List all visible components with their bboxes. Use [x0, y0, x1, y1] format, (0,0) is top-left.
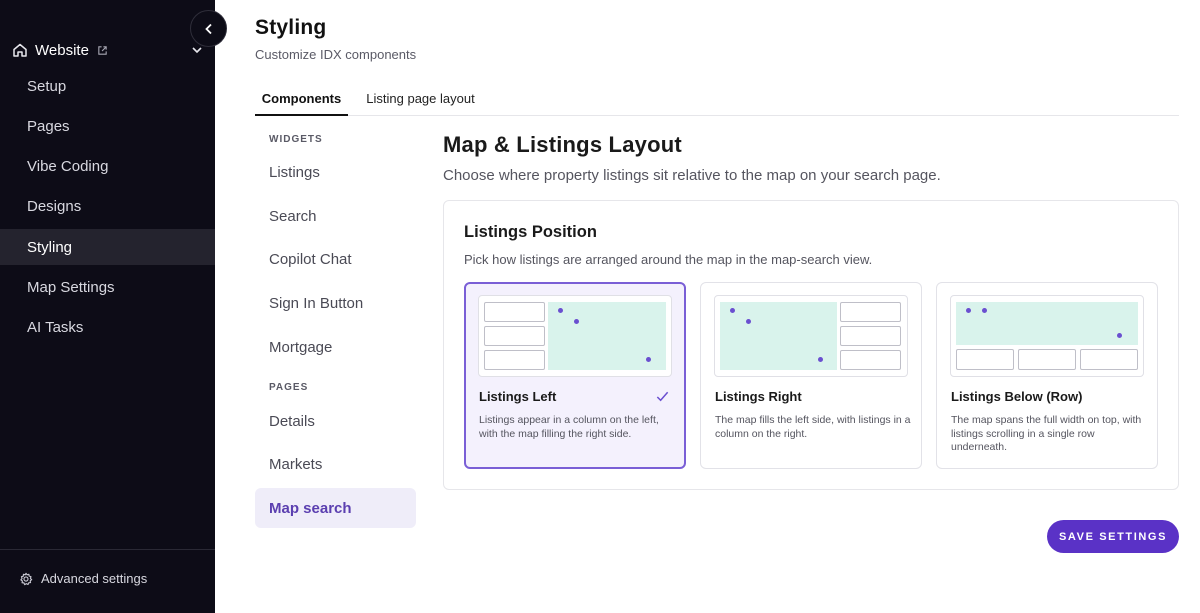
preview-listing-card — [1018, 349, 1076, 370]
listings-position-card: Listings Position Pick how listings are … — [443, 200, 1179, 490]
subnav-item-details[interactable]: Details — [255, 401, 416, 441]
advanced-settings-link[interactable]: Advanced settings — [19, 571, 147, 586]
card-description: Pick how listings are arranged around th… — [464, 252, 873, 267]
option-title: Listings Right — [715, 389, 802, 404]
advanced-settings-label: Advanced settings — [41, 571, 148, 586]
pages-section-label: PAGES — [269, 382, 309, 393]
preview-map-marker — [646, 357, 651, 362]
preview-listing-card — [484, 302, 545, 322]
option-listings-below[interactable]: Listings Below (Row) The map spans the f… — [936, 282, 1158, 469]
sidebar-item-pages[interactable]: Pages — [0, 108, 215, 144]
tab-components[interactable]: Components — [255, 82, 348, 116]
subnav-item-markets[interactable]: Markets — [255, 444, 416, 484]
layout-preview-listings-below — [950, 295, 1144, 377]
home-icon — [13, 43, 27, 57]
website-selector[interactable]: Website — [12, 40, 207, 60]
card-title: Listings Position — [464, 223, 597, 241]
sidebar-item-map-settings[interactable]: Map Settings — [0, 269, 215, 305]
option-listings-right[interactable]: Listings Right The map fills the left si… — [700, 282, 922, 469]
sidebar: Website Setup Pages Vibe Coding Designs … — [0, 0, 215, 613]
sidebar-item-vibe-coding[interactable]: Vibe Coding — [0, 149, 215, 185]
sidebar-divider — [0, 549, 215, 550]
section-title: Map & Listings Layout — [443, 132, 682, 157]
preview-map-marker — [818, 357, 823, 362]
tab-bar: Components Listing page layout — [255, 82, 1179, 116]
website-label: Website — [35, 41, 89, 59]
preview-listing-card — [956, 349, 1014, 370]
layout-preview-listings-left — [478, 295, 672, 377]
preview-map-marker — [730, 308, 735, 313]
subnav-item-mortgage[interactable]: Mortgage — [255, 327, 416, 367]
option-description: Listings appear in a column on the left,… — [479, 414, 659, 440]
option-listings-left[interactable]: Listings Left Listings appear in a colum… — [464, 282, 686, 469]
sidebar-nav: Setup Pages Vibe Coding Designs Styling … — [0, 68, 215, 350]
preview-listing-card — [840, 350, 901, 370]
preview-map-marker — [558, 308, 563, 313]
preview-map-marker — [966, 308, 971, 313]
page-subtitle: Customize IDX components — [255, 47, 417, 62]
sidebar-item-ai-tasks[interactable]: AI Tasks — [0, 310, 215, 346]
preview-listing-card — [484, 350, 545, 370]
subnav-item-copilot-chat[interactable]: Copilot Chat — [255, 239, 416, 279]
subnav-item-sign-in-button[interactable]: Sign In Button — [255, 283, 416, 323]
subnav-item-listings[interactable]: Listings — [255, 152, 416, 192]
option-description: The map spans the full width on top, wit… — [951, 414, 1142, 453]
gear-icon — [20, 572, 33, 585]
preview-listing-card — [1080, 349, 1138, 370]
save-settings-button[interactable]: SAVE SETTINGS — [1047, 520, 1179, 553]
preview-listing-card — [484, 326, 545, 346]
subnav-item-search[interactable]: Search — [255, 196, 416, 236]
preview-map-marker — [746, 319, 751, 324]
option-title: Listings Left — [479, 389, 557, 404]
chevron-left-icon — [204, 23, 212, 34]
sidebar-item-setup[interactable]: Setup — [0, 68, 215, 104]
preview-listing-card — [840, 302, 901, 322]
widgets-section-label: WIDGETS — [269, 134, 323, 145]
external-link-icon[interactable] — [97, 45, 108, 56]
subnav-item-map-search[interactable]: Map search — [255, 488, 416, 528]
collapse-sidebar-button[interactable] — [190, 10, 227, 47]
preview-map-marker — [574, 319, 579, 324]
option-title: Listings Below (Row) — [951, 389, 1083, 404]
preview-map-marker — [1117, 333, 1122, 338]
sidebar-item-styling[interactable]: Styling — [0, 229, 215, 266]
option-description: The map fills the left side, with listin… — [715, 414, 911, 440]
checkmark-icon — [656, 391, 669, 402]
preview-listing-card — [840, 326, 901, 346]
preview-map-marker — [982, 308, 987, 313]
section-description: Choose where property listings sit relat… — [443, 167, 941, 184]
page-title: Styling — [255, 16, 327, 39]
tab-listing-page-layout[interactable]: Listing page layout — [358, 82, 483, 115]
layout-preview-listings-right — [714, 295, 908, 377]
sidebar-item-designs[interactable]: Designs — [0, 189, 215, 225]
